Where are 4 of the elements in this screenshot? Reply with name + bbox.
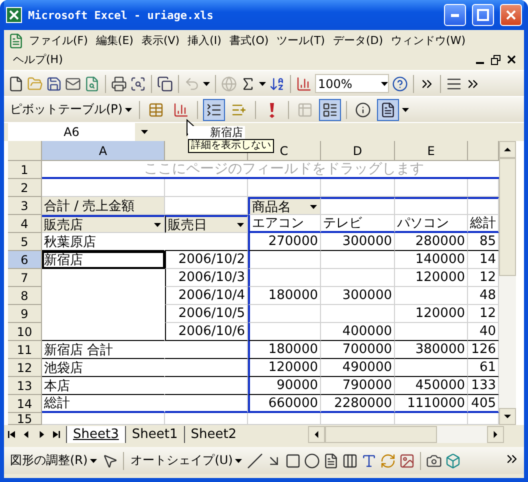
window-title: Microsoft Excel - uriage.xls <box>28 8 214 22</box>
tooltip: 詳細を表示しない <box>188 139 274 153</box>
drag-label: 新宿店 <box>188 126 245 139</box>
data-field-label: 合計 / 売上金額 <box>42 197 165 215</box>
